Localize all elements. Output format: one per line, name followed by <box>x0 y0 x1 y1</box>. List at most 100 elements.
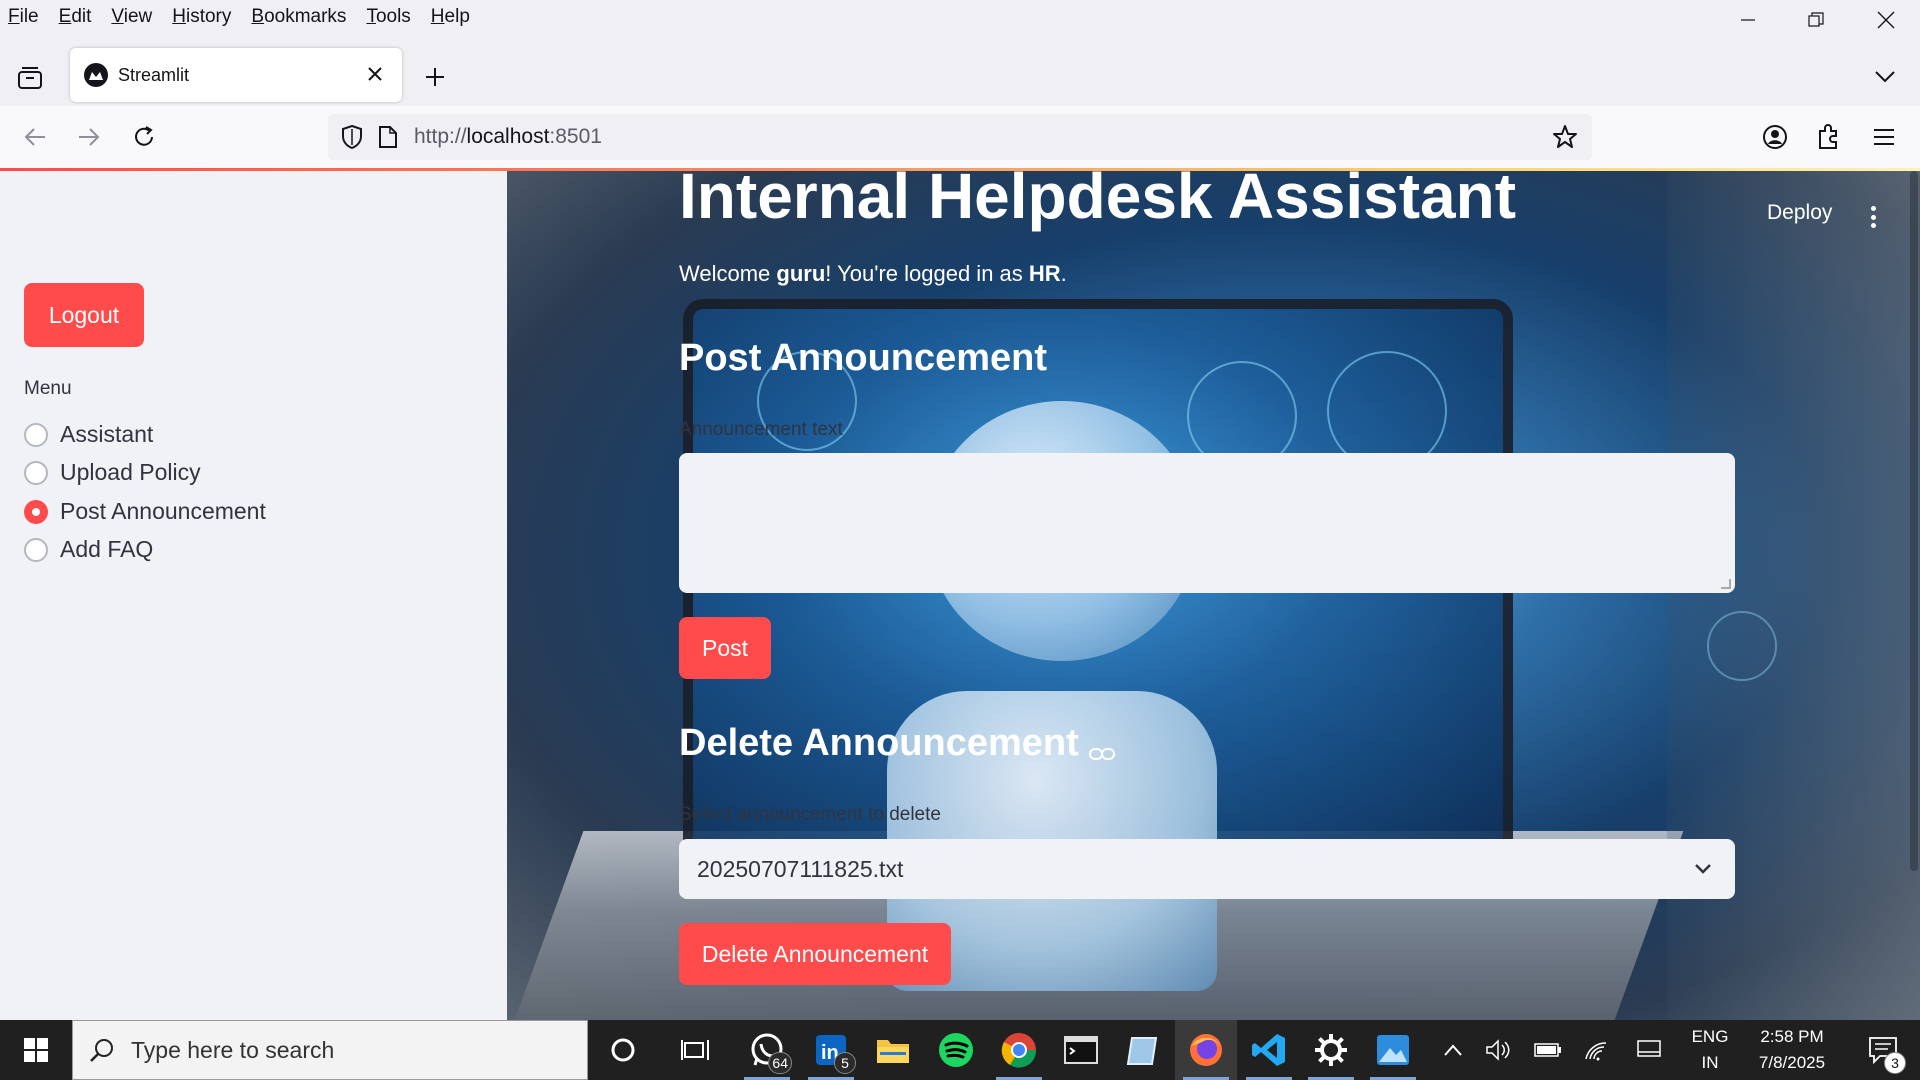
show-hidden-icons-button[interactable] <box>1438 1035 1468 1065</box>
kebab-dot-icon <box>1870 223 1876 228</box>
action-center-button[interactable]: 3 <box>1852 1020 1914 1080</box>
taskbar-firefox[interactable] <box>1175 1020 1237 1080</box>
plus-icon <box>426 68 444 86</box>
radio-label: Add FAQ <box>60 536 154 562</box>
volume-icon <box>1486 1039 1510 1061</box>
account-icon <box>1763 125 1787 149</box>
network-button[interactable] <box>1582 1035 1612 1065</box>
terminal-icon <box>1064 1036 1098 1064</box>
logout-button[interactable]: Logout <box>24 283 144 347</box>
app-menu-button[interactable] <box>1867 120 1901 154</box>
bookmark-star-button[interactable] <box>1550 122 1580 152</box>
announcement-select[interactable]: 20250707111825.txt <box>679 839 1735 899</box>
tab-streamlit[interactable]: Streamlit <box>70 48 402 102</box>
windows-taskbar: Type here to search 64 in 5 ENG IN 2:58 … <box>0 1020 1920 1080</box>
tablet-mode-button[interactable] <box>1634 1035 1664 1065</box>
menu-edit[interactable]: Edit <box>49 6 102 28</box>
post-button[interactable]: Post <box>679 617 771 679</box>
radio-label: Upload Policy <box>60 459 201 485</box>
radio-button[interactable] <box>24 537 48 562</box>
resize-handle-icon[interactable] <box>1721 579 1731 589</box>
radio-option-add-faq[interactable]: Add FAQ <box>24 536 153 563</box>
navigation-toolbar: http://localhost:8501 <box>0 106 1920 168</box>
announcement-textarea[interactable] <box>679 453 1735 593</box>
sidebar: Logout Menu Assistant Upload Policy Post… <box>0 171 507 1020</box>
language-code: ENG <box>1691 1027 1729 1046</box>
cortana-button[interactable] <box>592 1020 654 1080</box>
taskbar-photos[interactable] <box>1362 1020 1424 1080</box>
task-view-icon <box>681 1040 709 1060</box>
clock-time: 2:58 PM <box>1760 1027 1824 1046</box>
input-language-indicator[interactable]: ENG IN <box>1682 1024 1738 1076</box>
puzzle-icon <box>1819 124 1837 149</box>
notification-badge: 64 <box>768 1052 792 1074</box>
extensions-button[interactable] <box>1812 120 1846 154</box>
menu-view[interactable]: View <box>101 6 162 28</box>
radio-option-assistant[interactable]: Assistant <box>24 421 153 448</box>
tab-list-icon <box>18 67 42 89</box>
taskbar-file-explorer[interactable] <box>862 1020 924 1080</box>
taskbar-chrome[interactable] <box>988 1020 1050 1080</box>
page-scrollbar[interactable] <box>1910 171 1918 871</box>
chevron-down-icon <box>1691 857 1715 881</box>
reload-button[interactable] <box>127 120 161 154</box>
close-icon <box>368 67 382 81</box>
radio-button[interactable] <box>24 422 48 447</box>
battery-button[interactable] <box>1533 1035 1563 1065</box>
chevron-up-icon <box>1444 1044 1462 1056</box>
reload-icon <box>135 126 153 146</box>
menu-tools[interactable]: Tools <box>356 6 420 28</box>
account-button[interactable] <box>1758 120 1792 154</box>
deploy-button[interactable]: Deploy <box>1767 201 1832 225</box>
menu-help[interactable]: Help <box>421 6 480 28</box>
kebab-dot-icon <box>1870 206 1876 211</box>
back-button[interactable] <box>18 120 52 154</box>
url-bar[interactable]: http://localhost:8501 <box>328 114 1592 160</box>
menu-bookmarks[interactable]: Bookmarks <box>241 6 356 28</box>
restore-icon <box>1808 12 1824 27</box>
firefox-view-button[interactable] <box>14 62 46 94</box>
radio-button[interactable] <box>24 460 48 485</box>
radio-button-selected[interactable] <box>24 499 48 524</box>
main-menu-button[interactable] <box>1861 203 1885 231</box>
clock-date: 7/8/2025 <box>1758 1053 1826 1072</box>
menu-history[interactable]: History <box>162 6 241 28</box>
volume-button[interactable] <box>1484 1035 1514 1065</box>
anchor-link-icon[interactable] <box>1087 739 1117 769</box>
task-view-button[interactable] <box>664 1020 726 1080</box>
taskbar-settings[interactable] <box>1300 1020 1362 1080</box>
taskbar-linkedin[interactable]: in 5 <box>800 1020 862 1080</box>
minimize-icon <box>1741 19 1755 21</box>
taskbar-search-box[interactable]: Type here to search <box>72 1020 588 1080</box>
start-button[interactable] <box>0 1020 72 1080</box>
display-icon <box>1637 1040 1661 1057</box>
menu-file[interactable]: File <box>0 6 49 28</box>
list-all-tabs-button[interactable] <box>1870 62 1900 92</box>
taskbar-whatsapp[interactable]: 64 <box>736 1020 798 1080</box>
select-announcement-label: Select announcement to delete <box>679 804 941 825</box>
new-tab-button[interactable] <box>420 62 450 92</box>
taskbar-spotify[interactable] <box>925 1020 987 1080</box>
tracking-protection-shield-icon[interactable] <box>338 123 366 151</box>
taskbar-notepad-app[interactable] <box>1112 1020 1174 1080</box>
tab-close-button[interactable] <box>362 61 388 87</box>
forward-button[interactable] <box>72 120 106 154</box>
taskbar-vscode[interactable] <box>1238 1020 1300 1080</box>
announcement-text-label: Announcement text <box>679 419 843 440</box>
clock[interactable]: 2:58 PM 7/8/2025 <box>1742 1024 1842 1076</box>
taskbar-terminal[interactable] <box>1050 1020 1112 1080</box>
battery-icon <box>1534 1043 1561 1057</box>
menu-label: Menu <box>24 378 72 399</box>
star-icon <box>1553 125 1577 148</box>
search-icon <box>87 1035 117 1065</box>
radio-option-upload-policy[interactable]: Upload Policy <box>24 459 201 486</box>
windows-logo-icon <box>24 1038 48 1062</box>
gear-icon <box>1315 1034 1347 1066</box>
notification-badge: 5 <box>834 1052 856 1074</box>
delete-announcement-button[interactable]: Delete Announcement <box>679 923 951 985</box>
firefox-icon <box>1190 1034 1222 1066</box>
radio-option-post-announcement[interactable]: Post Announcement <box>24 498 266 525</box>
radio-label: Assistant <box>60 421 154 447</box>
selected-file-value: 20250707111825.txt <box>697 855 904 882</box>
page-info-icon[interactable] <box>374 123 402 151</box>
